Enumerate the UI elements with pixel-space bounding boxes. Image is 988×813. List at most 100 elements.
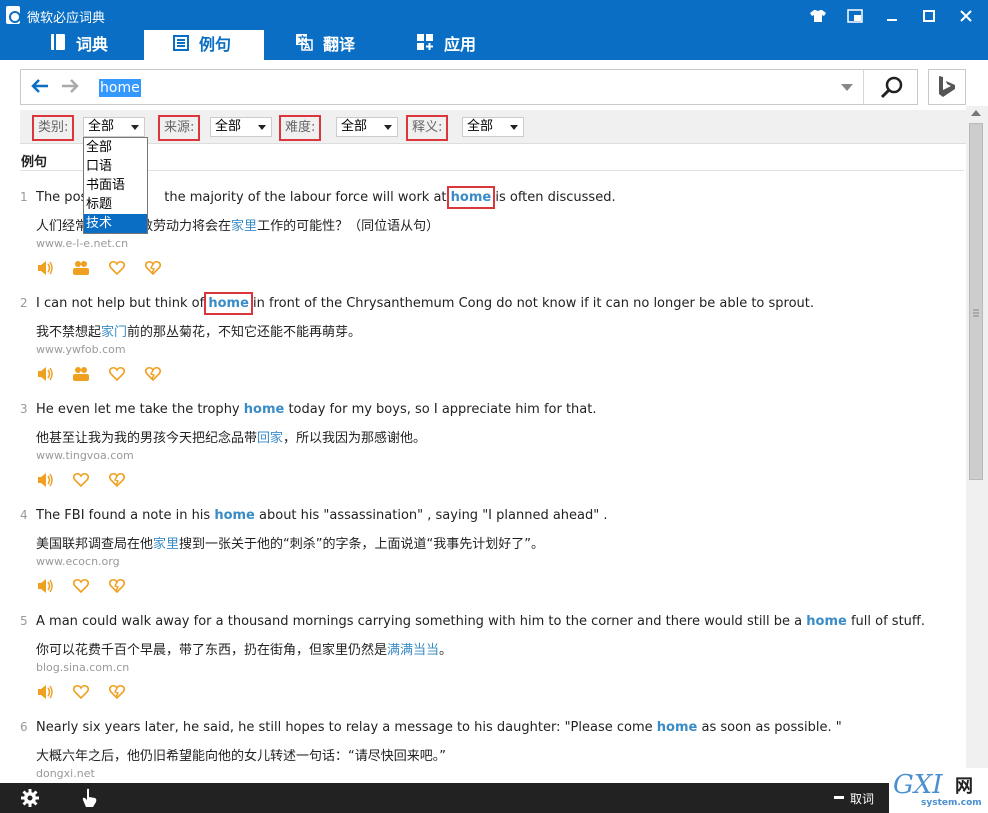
example-english: Nearly six years later, he said, he stil… — [36, 720, 842, 735]
category-dropdown-list: 全部 口语 书面语 标题 技术 — [83, 137, 148, 234]
settings-gear-icon[interactable] — [20, 788, 40, 811]
back-arrow-icon[interactable] — [27, 75, 53, 101]
tab-examples[interactable]: 例句 — [144, 30, 264, 60]
difficulty-select[interactable]: 全部 — [336, 117, 398, 137]
people-icon[interactable] — [72, 259, 90, 277]
example-zh-text: 前的那丛菊花，不知它还能不能再萌芽。 — [127, 325, 362, 340]
apps-icon — [416, 31, 434, 61]
example-number: 6 — [20, 720, 28, 734]
watermark-cn: 网 — [955, 776, 973, 797]
site-watermark: GXI 网 system.com — [889, 768, 988, 813]
category-option[interactable]: 书面语 — [84, 176, 147, 195]
source-label: 来源: — [158, 115, 201, 141]
category-label: 类别: — [32, 115, 75, 141]
highlighted-word[interactable]: home — [446, 186, 496, 209]
broken-heart-icon[interactable] — [144, 365, 162, 383]
search-button[interactable] — [864, 70, 918, 104]
example-en-text: is often discussed. — [491, 190, 616, 205]
example-source[interactable]: www.ecocn.org — [36, 555, 120, 568]
uncollect-dash-icon — [834, 796, 844, 799]
example-source[interactable]: dongxi.net — [36, 767, 95, 780]
example-zh-text: 工作的可能性？（同位语从句） — [257, 219, 440, 234]
heart-icon[interactable] — [72, 683, 90, 701]
scroll-up-arrow-icon[interactable] — [971, 110, 981, 116]
people-icon[interactable] — [72, 365, 90, 383]
heart-icon[interactable] — [108, 259, 126, 277]
highlighted-word[interactable]: home — [657, 720, 698, 735]
tab-apps[interactable]: 应用 — [416, 30, 516, 60]
speaker-icon[interactable] — [36, 683, 54, 701]
source-select[interactable]: 全部 — [210, 117, 272, 137]
vertical-scrollbar[interactable] — [966, 106, 988, 783]
example-zh-text: 人们经常 — [36, 219, 89, 234]
maximize-button[interactable] — [911, 0, 947, 30]
highlighted-word[interactable]: home — [244, 402, 285, 417]
highlighted-word[interactable]: home — [214, 508, 255, 523]
meaning-select[interactable]: 全部 — [462, 117, 524, 137]
example-source[interactable]: www.tingvoa.com — [36, 449, 134, 462]
close-button[interactable] — [948, 0, 984, 30]
example-english: He even let me take the trophy home toda… — [36, 402, 596, 417]
example-chinese: 大概六年之后，他仍旧希望能向他的女儿转述一句话：“请尽快回来吧。” — [36, 745, 446, 764]
example-chinese: 他甚至让我为我的男孩今天把纪念品带回家，所以我因为那感谢他。 — [36, 427, 426, 446]
example-source[interactable]: www.ywfob.com — [36, 343, 126, 356]
example-zh-text: 美国联邦调查局在他 — [36, 537, 154, 552]
example-chinese: 美国联邦调查局在他家里搜到一张关于他的“刺杀”的字条，上面说道“我事先计划好了”… — [36, 533, 544, 552]
example-source[interactable]: www.e-l-e.net.cn — [36, 237, 128, 250]
example-zh-text: 大概六年之后，他仍旧希望能向他的女儿转述一句话：“请尽快回来吧。” — [36, 749, 446, 764]
example-en-text: The FBI found a note in his — [36, 508, 215, 523]
minimize-button[interactable] — [874, 0, 910, 30]
example-en-text: about his "assassination" , saying "I pl… — [254, 508, 608, 523]
capture-word-toggle[interactable]: 取词 — [850, 790, 874, 807]
highlighted-word[interactable]: home — [806, 614, 847, 629]
example-en-text: today for my boys, so I appreciate him f… — [284, 402, 597, 417]
history-dropdown-icon[interactable] — [841, 84, 853, 91]
skin-icon[interactable] — [800, 0, 836, 30]
example-en-text: I can not help but think of — [36, 296, 209, 311]
tab-dictionary-label: 词典 — [76, 35, 109, 54]
speaker-icon[interactable] — [36, 365, 54, 383]
word-capture-hand-icon[interactable] — [80, 788, 98, 811]
highlighted-translation: 满满当当 — [387, 643, 440, 658]
broken-heart-icon[interactable] — [108, 577, 126, 595]
category-select[interactable]: 全部 — [83, 117, 145, 137]
broken-heart-icon[interactable] — [144, 259, 162, 277]
main-nav: 词典 例句 文A 翻译 应用 — [0, 30, 988, 60]
mini-mode-icon[interactable] — [837, 0, 873, 30]
category-option-highlighted[interactable]: 技术 — [84, 214, 147, 233]
highlighted-word[interactable]: home — [204, 292, 253, 315]
category-option[interactable]: 口语 — [84, 157, 147, 176]
example-english: The FBI found a note in his home about h… — [36, 508, 608, 523]
speaker-icon[interactable] — [36, 259, 54, 277]
forward-arrow-icon[interactable] — [57, 75, 83, 101]
bing-icon — [939, 76, 955, 97]
example-zh-text: 搜到一张关于他的“刺杀”的字条，上面说道“我事先计划好了”。 — [179, 537, 544, 552]
example-source[interactable]: blog.sina.com.cn — [36, 661, 129, 674]
broken-heart-icon[interactable] — [108, 683, 126, 701]
example-zh-text: 他甚至让我为我的男孩今天把纪念品带 — [36, 431, 258, 446]
category-option[interactable]: 全部 — [84, 138, 147, 157]
heart-icon[interactable] — [108, 365, 126, 383]
highlighted-translation: 家里 — [231, 219, 258, 234]
book-icon — [50, 31, 66, 61]
meaning-label: 释义: — [406, 115, 449, 141]
tab-translate[interactable]: 文A 翻译 — [295, 30, 405, 60]
scroll-thumb[interactable] — [969, 123, 983, 480]
search-input[interactable]: home — [99, 79, 141, 97]
category-option[interactable]: 标题 — [84, 195, 147, 214]
example-en-text: the majority of the labour force will wo… — [160, 190, 451, 205]
example-english: I can not help but think of home in fron… — [36, 292, 814, 315]
speaker-icon[interactable] — [36, 577, 54, 595]
example-en-text: Nearly six years later, he said, he stil… — [36, 720, 657, 735]
speaker-icon[interactable] — [36, 471, 54, 489]
bing-button[interactable] — [928, 69, 966, 105]
heart-icon[interactable] — [72, 471, 90, 489]
example-number: 4 — [20, 508, 28, 522]
filter-bar: 类别: 全部 来源: 全部 难度: 全部 释义: 全部 — [20, 110, 966, 144]
example-zh-text: 数劳动力将会在 — [140, 219, 232, 234]
example-en-text: He even let me take the trophy — [36, 402, 244, 417]
tab-dictionary[interactable]: 词典 — [50, 30, 144, 60]
heart-icon[interactable] — [72, 577, 90, 595]
translate-icon: 文A — [295, 31, 313, 61]
broken-heart-icon[interactable] — [108, 471, 126, 489]
